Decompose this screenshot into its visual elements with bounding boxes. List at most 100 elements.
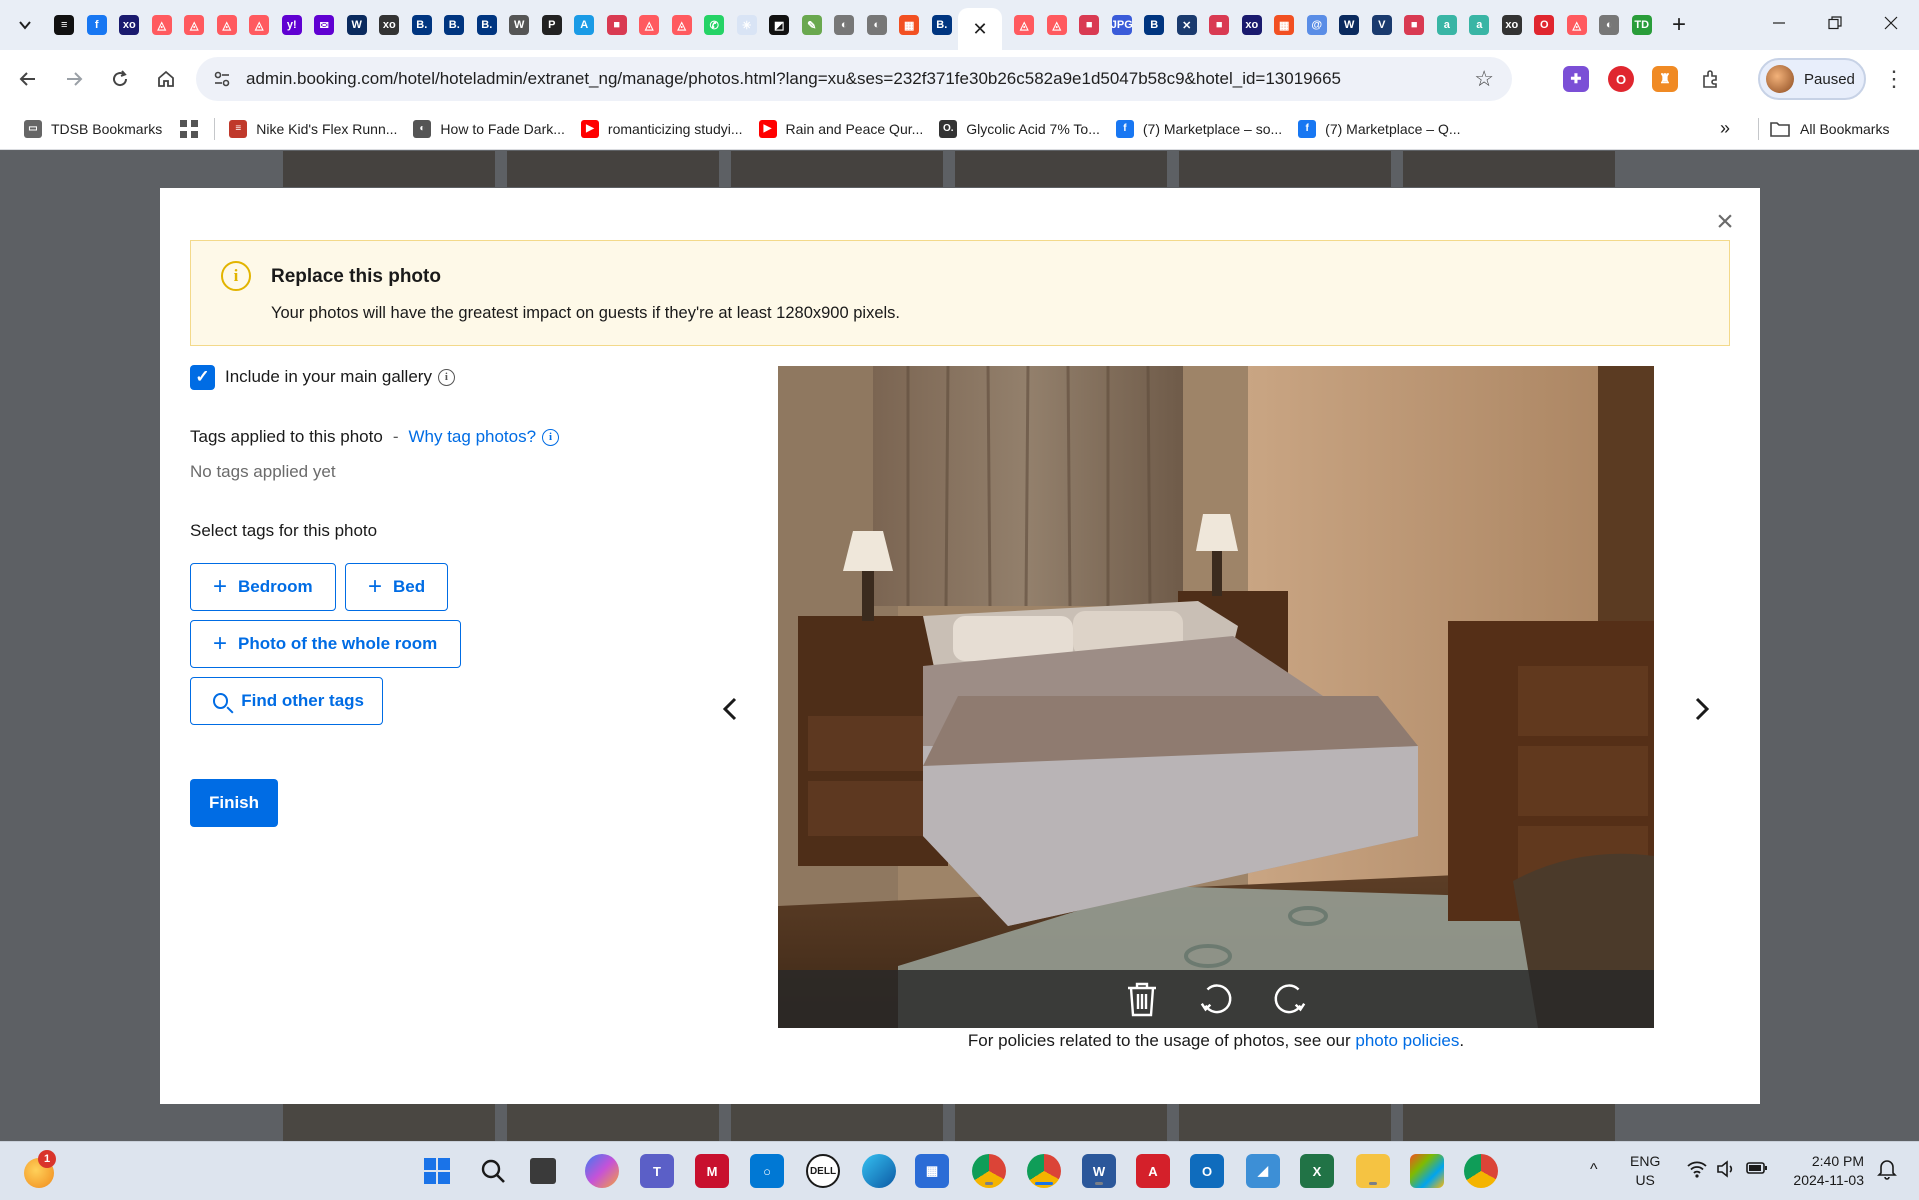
extensions-menu-icon[interactable] (1698, 66, 1724, 92)
site-info-icon[interactable] (202, 70, 242, 88)
extension-puzzle-purple-icon[interactable]: ✚ (1563, 66, 1589, 92)
browser-tab[interactable]: ✉ (308, 7, 341, 43)
dell-icon[interactable]: DELL (806, 1154, 840, 1188)
browser-tab[interactable]: xo (373, 7, 406, 43)
chrome-icon[interactable] (972, 1154, 1006, 1188)
finish-button[interactable]: Finish (190, 779, 278, 827)
why-tag-info-icon[interactable]: i (542, 428, 560, 446)
minimize-button[interactable] (1751, 0, 1807, 46)
widgets-button[interactable]: 1 (24, 1150, 56, 1188)
store-icon[interactable]: ▦ (915, 1154, 949, 1188)
chrome-active-icon[interactable] (1027, 1154, 1061, 1188)
browser-tab[interactable]: a (1431, 7, 1464, 43)
acrobat-icon[interactable]: A (1136, 1154, 1170, 1188)
browser-tab[interactable]: ◬ (1041, 7, 1074, 43)
why-tag-photos-link[interactable]: Why tag photos? (408, 427, 536, 447)
browser-tab[interactable]: B (1138, 7, 1171, 43)
browser-tab[interactable]: B. (406, 7, 439, 43)
main-gallery-label[interactable]: Include in your main gallery (225, 367, 432, 387)
find-other-tags-button[interactable]: Find other tags (190, 677, 383, 725)
browser-tab[interactable]: ◐ (1593, 7, 1626, 43)
browser-tab[interactable]: W (1333, 7, 1366, 43)
language-indicator[interactable]: ENG US (1630, 1152, 1660, 1190)
browser-tab[interactable]: ◬ (178, 7, 211, 43)
browser-tab[interactable]: W (341, 7, 374, 43)
rotate-left-button[interactable] (1198, 981, 1234, 1017)
home-button[interactable] (148, 61, 184, 97)
browser-tab[interactable]: A (568, 7, 601, 43)
mcafee-icon[interactable]: M (695, 1154, 729, 1188)
browser-tab[interactable]: B. (926, 7, 959, 43)
browser-tab[interactable]: y! (276, 7, 309, 43)
browser-tab[interactable]: ✕ (1171, 7, 1204, 43)
browser-tab[interactable]: f (81, 7, 114, 43)
all-bookmarks-button[interactable]: All Bookmarks (1770, 114, 1889, 144)
profile-paused-button[interactable]: Paused (1758, 58, 1866, 100)
wifi-icon[interactable] (1686, 1160, 1708, 1183)
browser-tab[interactable]: ◬ (243, 7, 276, 43)
browser-tab[interactable]: ◩ (763, 7, 796, 43)
browser-tab[interactable]: xo (1496, 7, 1529, 43)
photo-policies-link[interactable]: photo policies (1355, 1031, 1459, 1050)
copilot-icon[interactable] (585, 1154, 619, 1188)
browser-tab[interactable]: ▦ (893, 7, 926, 43)
start-button[interactable] (420, 1154, 454, 1188)
blue-app-icon[interactable]: ○ (750, 1154, 784, 1188)
browser-tab[interactable]: ≡ (48, 7, 81, 43)
tag-bedroom-button[interactable]: + Bedroom (190, 563, 336, 611)
bookmark-item[interactable]: ≡ Nike Kid's Flex Runn... (221, 114, 405, 144)
tab-search-button[interactable] (8, 8, 42, 42)
browser-tab[interactable]: B. (438, 7, 471, 43)
new-tab-button[interactable]: + (1662, 8, 1696, 42)
opera-extension-icon[interactable]: O (1608, 66, 1634, 92)
edge-icon[interactable] (862, 1154, 896, 1188)
teams-icon[interactable]: T (640, 1154, 674, 1188)
task-view-icon[interactable] (530, 1158, 556, 1184)
reload-button[interactable] (102, 61, 138, 97)
bookmark-item[interactable]: O. Glycolic Acid 7% To... (931, 114, 1108, 144)
bookmark-item[interactable]: ▭ TDSB Bookmarks (16, 114, 170, 144)
forward-button[interactable] (56, 61, 92, 97)
tag-bed-button[interactable]: + Bed (345, 563, 448, 611)
notifications-icon[interactable] (1876, 1158, 1898, 1185)
browser-tab[interactable]: B. (471, 7, 504, 43)
browser-tab[interactable]: P (536, 7, 569, 43)
browser-tab[interactable]: W (503, 7, 536, 43)
modal-close-button[interactable]: × (1710, 207, 1740, 238)
browser-tab[interactable]: ◬ (1561, 7, 1594, 43)
rotate-right-button[interactable] (1272, 981, 1308, 1017)
browser-tab[interactable]: @ (1301, 7, 1334, 43)
chrome-profile-icon[interactable] (1464, 1154, 1498, 1188)
outlook-icon[interactable]: O (1190, 1154, 1224, 1188)
clock[interactable]: 2:40 PM 2024-11-03 (1784, 1152, 1864, 1190)
taskbar-search-button[interactable] (476, 1154, 510, 1188)
show-hidden-icons-button[interactable]: ^ (1590, 1160, 1598, 1179)
browser-tab[interactable]: O (1528, 7, 1561, 43)
tab-active-booking[interactable]: ✕ (958, 8, 1002, 50)
more-menu-icon[interactable]: ⋮ (1880, 64, 1908, 94)
tab-close-icon[interactable]: ✕ (972, 19, 987, 40)
restore-button[interactable] (1807, 0, 1863, 46)
browser-tab[interactable]: ■ (1398, 7, 1431, 43)
apps-icon[interactable] (1410, 1154, 1444, 1188)
browser-tab[interactable]: ◬ (1008, 7, 1041, 43)
browser-tab[interactable]: ◬ (211, 7, 244, 43)
gallery-info-icon[interactable]: i (437, 368, 455, 386)
next-photo-button[interactable] (1684, 691, 1720, 727)
orange-extension-icon[interactable]: ♜ (1652, 66, 1678, 92)
apps-grid-icon[interactable] (180, 119, 199, 138)
bookmark-star-icon[interactable]: ☆ (1474, 66, 1494, 92)
browser-tab[interactable]: xo (1236, 7, 1269, 43)
address-bar[interactable]: admin.booking.com/hotel/hoteladmin/extra… (196, 57, 1512, 101)
bookmark-item[interactable]: f (7) Marketplace – Q... (1290, 114, 1468, 144)
browser-tab[interactable]: ■ (601, 7, 634, 43)
previous-photo-button[interactable] (712, 691, 748, 727)
back-button[interactable] (10, 61, 46, 97)
bookmark-item[interactable]: f (7) Marketplace – so... (1108, 114, 1290, 144)
browser-tab[interactable]: ✆ (698, 7, 731, 43)
bookmark-item[interactable]: ▶ Rain and Peace Qur... (751, 114, 932, 144)
bookmark-item[interactable]: ▶ romanticizing studyi... (573, 114, 751, 144)
browser-tab[interactable]: ■ (1203, 7, 1236, 43)
browser-tab[interactable]: ◐ (861, 7, 894, 43)
browser-tab[interactable]: TD (1626, 7, 1659, 43)
